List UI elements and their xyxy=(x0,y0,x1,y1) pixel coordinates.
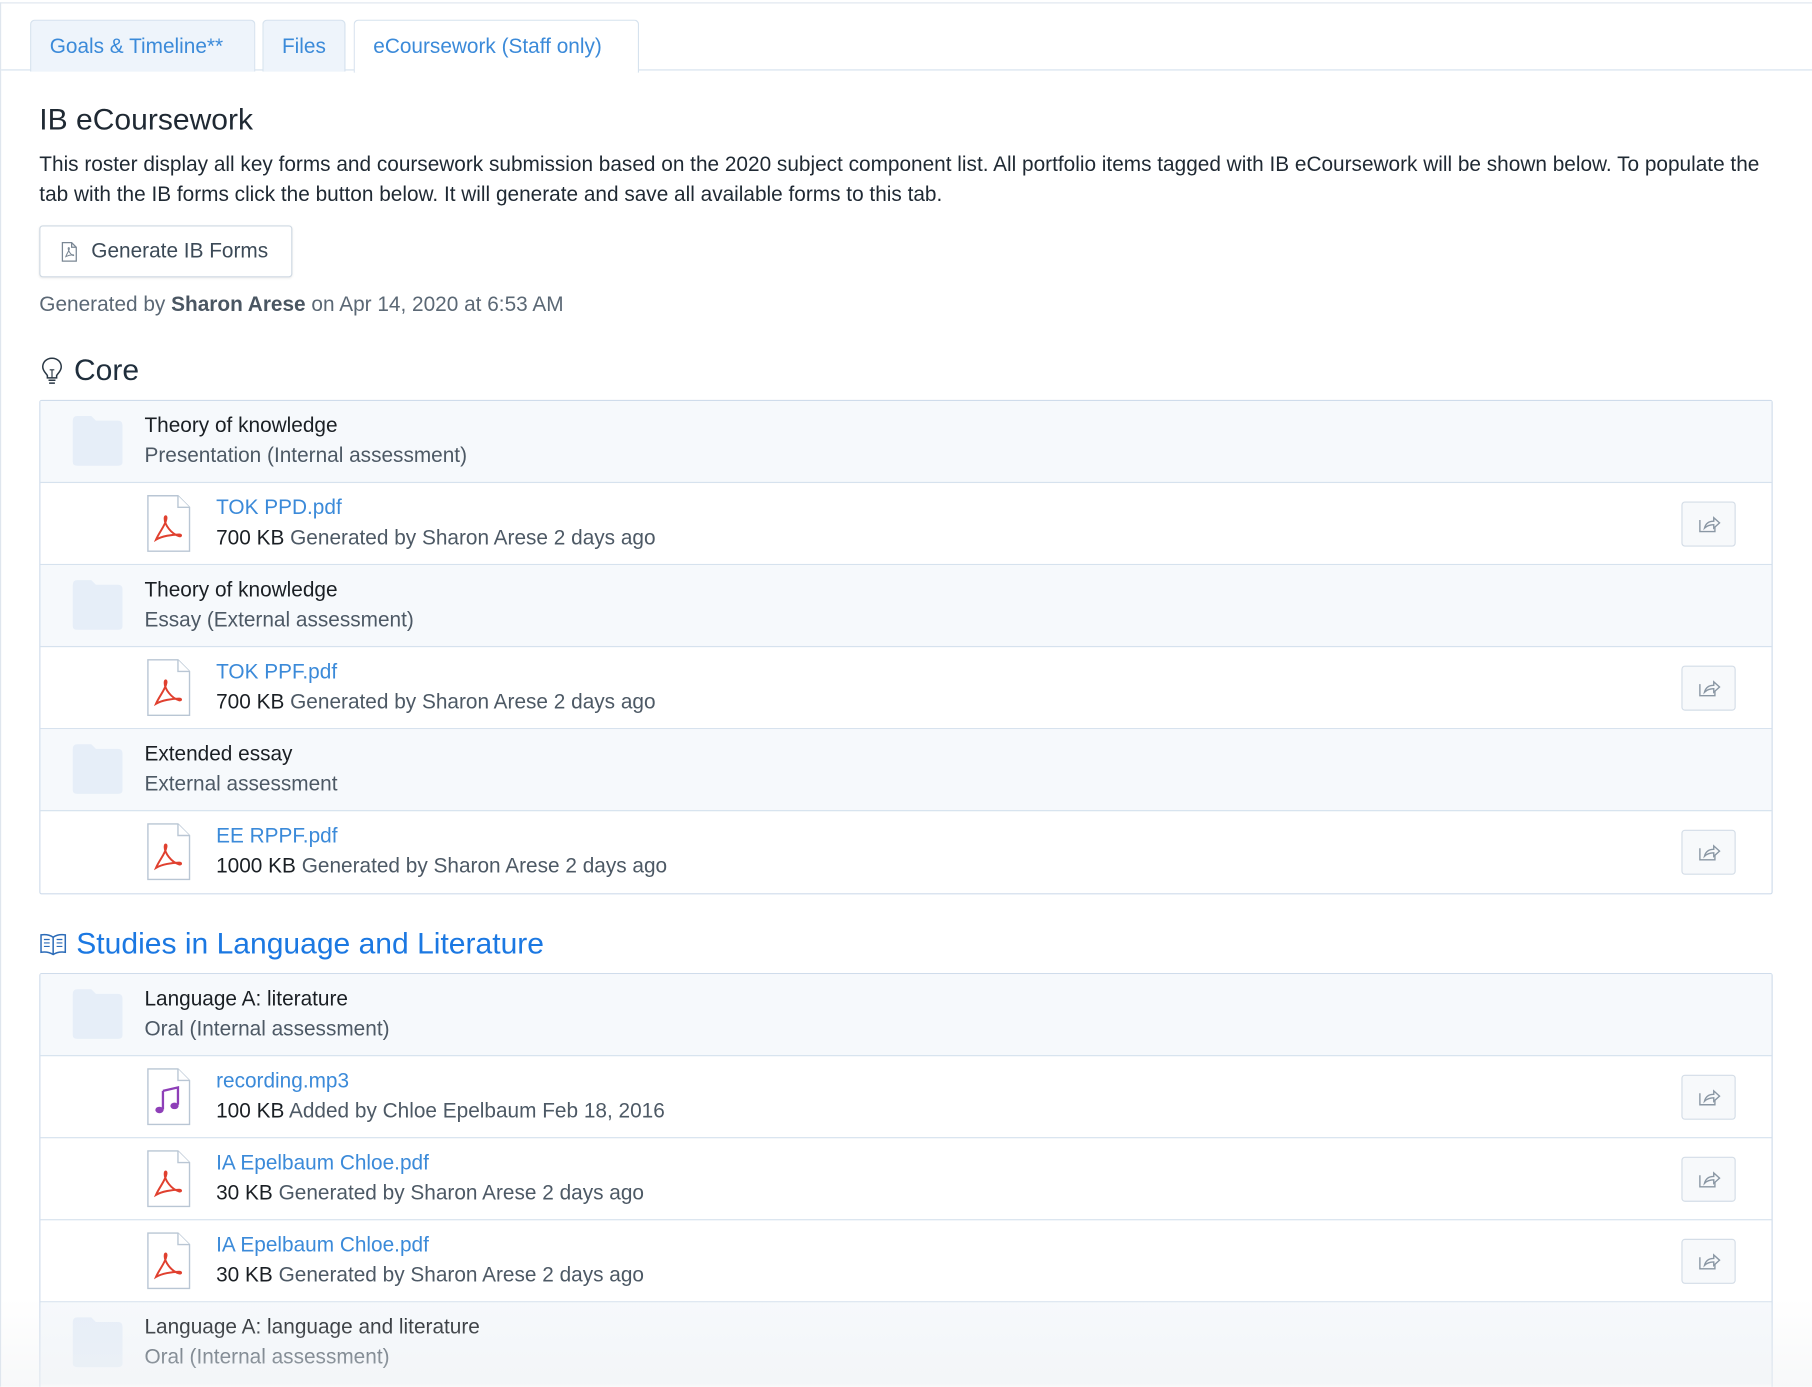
assessment-group-row: Extended essay External assessment xyxy=(40,729,1772,812)
open-book-icon xyxy=(40,933,67,955)
tab-ecoursework[interactable]: eCoursework (Staff only) xyxy=(353,19,640,73)
pdf-icon xyxy=(147,1232,191,1290)
file-link[interactable]: IA Epelbaum Chloe.pdf xyxy=(216,1233,429,1257)
folder-icon xyxy=(72,416,123,466)
file-meta: 30 KB Generated by Sharon Arese 2 days a… xyxy=(216,1181,644,1205)
section-title: Studies in Language and Literature xyxy=(76,925,545,961)
share-button[interactable] xyxy=(1681,1156,1736,1202)
file-meta: 100 KB Added by Chloe Epelbaum Feb 18, 2… xyxy=(216,1099,665,1123)
file-meta: 1000 KB Generated by Sharon Arese 2 days… xyxy=(216,854,667,878)
pdf-icon xyxy=(147,659,191,717)
pdf-icon xyxy=(147,1150,191,1208)
audio-file-icon xyxy=(147,1068,191,1126)
group-subtitle: Presentation (Internal assessment) xyxy=(144,443,468,467)
folder-icon xyxy=(72,580,123,630)
generated-prefix: Generated by xyxy=(39,292,166,316)
core-panel: Theory of knowledge Presentation (Intern… xyxy=(39,399,1773,895)
share-button[interactable] xyxy=(1681,665,1736,711)
group-subtitle: Oral (Internal assessment) xyxy=(144,1345,390,1369)
share-icon xyxy=(1698,843,1720,860)
group-title: Theory of knowledge xyxy=(144,413,338,437)
file-link[interactable]: TOK PPF.pdf xyxy=(216,660,337,684)
file-info: Generated by Sharon Arese 2 days ago xyxy=(290,525,656,549)
generated-by-name: Sharon Arese xyxy=(171,292,306,316)
file-link[interactable]: IA Epelbaum Chloe.pdf xyxy=(216,1151,429,1175)
file-row: IA Epelbaum Chloe.pdf 30 KB Generated by… xyxy=(40,1138,1772,1221)
assessment-group-row: Theory of knowledge Presentation (Intern… xyxy=(40,400,1772,484)
file-link[interactable]: TOK PPD.pdf xyxy=(216,496,342,520)
tab-label: Files xyxy=(281,34,326,58)
file-info: Generated by Sharon Arese 2 days ago xyxy=(278,1263,644,1287)
file-meta: 700 KB Generated by Sharon Arese 2 days … xyxy=(216,690,655,714)
generate-button-label: Generate IB Forms xyxy=(91,239,269,263)
group-title: Language A: literature xyxy=(144,986,348,1010)
lightbulb-icon xyxy=(42,356,62,384)
file-info: Generated by Sharon Arese 2 days ago xyxy=(290,689,656,714)
page-title: IB eCoursework xyxy=(39,101,254,137)
generated-suffix: on Apr 14, 2020 at 6:53 AM xyxy=(311,292,564,316)
language-literature-panel: Language A: literature Oral (Internal as… xyxy=(39,973,1773,1387)
tab-bar: Goals & Timeline** Files eCoursework (St… xyxy=(1,3,1812,73)
content-frame: Goals & Timeline** Files eCoursework (St… xyxy=(0,2,1812,1387)
section-title: Core xyxy=(73,352,140,388)
tab-files[interactable]: Files xyxy=(262,19,346,72)
group-title: Language A: language and literature xyxy=(144,1315,480,1339)
share-button[interactable] xyxy=(1681,1074,1736,1120)
file-size: 700 KB xyxy=(216,689,285,714)
file-size: 100 KB xyxy=(216,1098,285,1123)
share-icon xyxy=(1698,1170,1720,1187)
generated-info: Generated by Sharon Arese on Apr 14, 202… xyxy=(39,292,563,316)
group-title: Theory of knowledge xyxy=(144,577,338,601)
section-header-core: Core xyxy=(39,352,139,388)
pdf-icon xyxy=(147,495,191,552)
share-button[interactable] xyxy=(1681,501,1736,547)
file-info: Generated by Sharon Arese 2 days ago xyxy=(278,1181,644,1205)
group-subtitle: Oral (Internal assessment) xyxy=(144,1016,390,1041)
file-size: 1000 KB xyxy=(216,853,296,878)
file-row: TOK PPD.pdf 700 KB Generated by Sharon A… xyxy=(40,483,1772,566)
file-size: 700 KB xyxy=(216,525,285,549)
folder-icon xyxy=(72,744,123,794)
file-row: EE RPPF.pdf 1000 KB Generated by Sharon … xyxy=(40,811,1771,893)
file-info: Generated by Sharon Arese 2 days ago xyxy=(301,853,668,878)
viewport: Goals & Timeline** Files eCoursework (St… xyxy=(0,0,1812,1387)
share-button[interactable] xyxy=(1681,1238,1736,1284)
group-title: Extended essay xyxy=(144,741,293,766)
file-meta: 700 KB Generated by Sharon Arese 2 days … xyxy=(216,526,655,550)
assessment-group-row: Language A: literature Oral (Internal as… xyxy=(40,974,1772,1057)
share-icon xyxy=(1698,1088,1720,1105)
page-description: This roster display all key forms and co… xyxy=(39,152,1760,206)
file-row: recording.mp3 100 KB Added by Chloe Epel… xyxy=(40,1056,1772,1139)
folder-icon xyxy=(72,989,123,1039)
section-header-language-literature[interactable]: Studies in Language and Literature xyxy=(39,926,544,962)
assessment-group-row: Language A: language and literature Oral… xyxy=(40,1302,1772,1385)
file-link[interactable]: recording.mp3 xyxy=(216,1069,349,1093)
tab-label: eCoursework (Staff only) xyxy=(373,34,602,58)
file-size: 30 KB xyxy=(216,1181,273,1205)
file-meta: 30 KB Generated by Sharon Arese 2 days a… xyxy=(216,1263,644,1287)
tab-goals-timeline[interactable]: Goals & Timeline** xyxy=(30,19,256,72)
assessment-group-row: Theory of knowledge Essay (External asse… xyxy=(40,565,1772,648)
file-info: Added by Chloe Epelbaum Feb 18, 2016 xyxy=(288,1098,665,1123)
share-icon xyxy=(1698,1252,1720,1269)
file-row: TOK PPF.pdf 700 KB Generated by Sharon A… xyxy=(40,647,1772,730)
file-row: IA Epelbaum Chloe.pdf 30 KB Generated by… xyxy=(40,1220,1772,1303)
group-subtitle: External assessment xyxy=(144,771,338,796)
pdf-file-icon xyxy=(61,241,77,262)
share-icon xyxy=(1698,515,1720,532)
share-icon xyxy=(1698,679,1720,696)
pdf-icon xyxy=(147,823,191,881)
tab-label: Goals & Timeline** xyxy=(49,34,224,58)
file-size: 30 KB xyxy=(216,1263,273,1287)
share-button[interactable] xyxy=(1681,829,1736,875)
group-subtitle: Essay (External assessment) xyxy=(144,607,414,631)
file-link[interactable]: EE RPPF.pdf xyxy=(216,824,337,848)
folder-icon xyxy=(72,1317,123,1368)
generate-ib-forms-button[interactable]: Generate IB Forms xyxy=(39,225,293,278)
